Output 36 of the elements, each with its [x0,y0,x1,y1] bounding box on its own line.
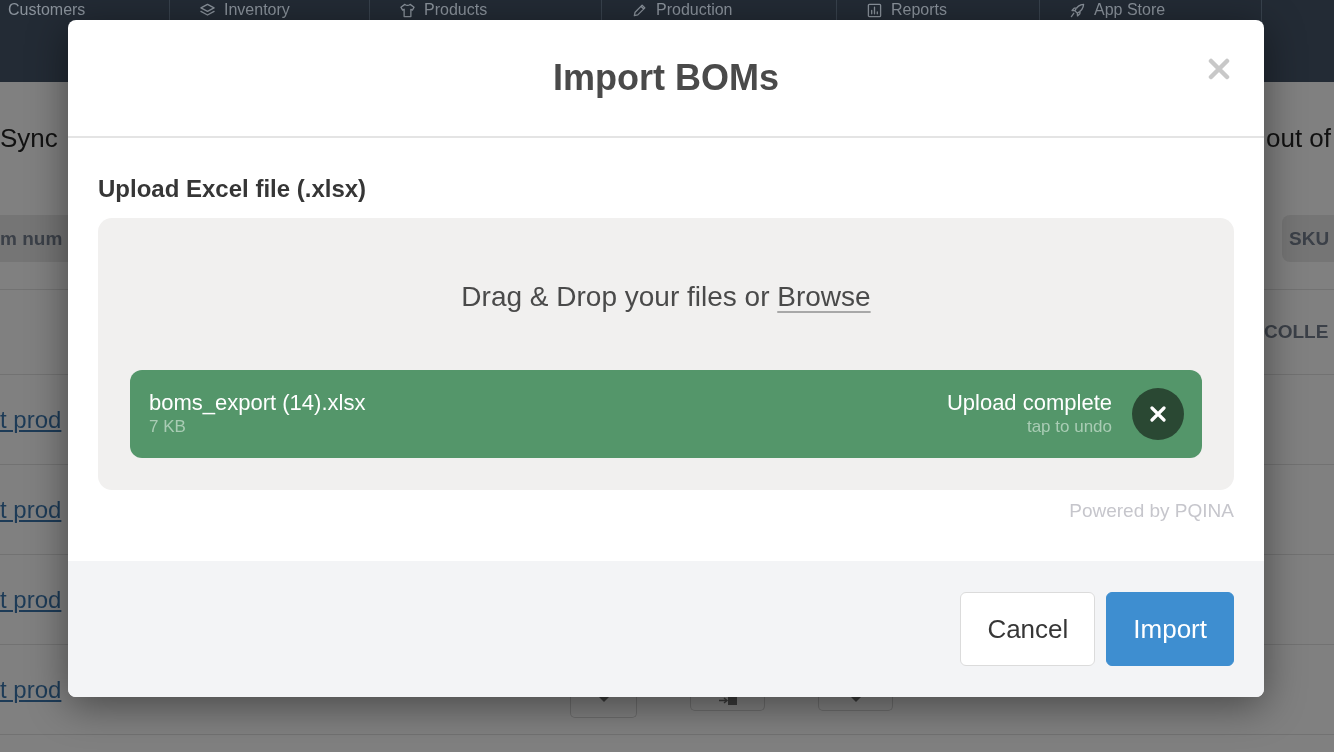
nav-link[interactable]: Reports [867,0,948,19]
remove-file-button[interactable] [1132,388,1184,440]
file-name: boms_export (14).xlsx [149,390,366,416]
import-button[interactable]: Import [1106,592,1234,666]
file-size: 7 KB [149,416,186,438]
product-link[interactable]: t prod [0,405,62,433]
close-icon[interactable] [1208,58,1230,80]
column-header: SKU [1282,215,1334,262]
close-icon [1150,406,1166,422]
shirt-icon [400,2,415,18]
page-title: Sync [0,122,59,154]
powered-by-text: Powered by PQINA [1069,500,1234,522]
page-title: out of [1265,122,1333,154]
pencil-icon [632,2,647,18]
browse-link[interactable]: Browse [777,281,871,312]
file-dropzone[interactable]: Drag & Drop your files or Browse boms_export (14).xlsx 7 KB Upload complete tap to undo [98,218,1234,490]
column-header: m num [0,215,68,262]
nav-link[interactable]: Inventory [200,0,290,19]
rocket-icon [1070,2,1085,18]
undo-hint: tap to undo [1026,416,1112,438]
product-link[interactable]: t prod [0,675,62,703]
nav-link[interactable]: Customers [8,0,86,19]
product-link[interactable]: t prod [0,495,62,523]
upload-status: Upload complete [946,390,1112,416]
layers-icon [200,2,215,18]
nav-link[interactable]: Products [400,0,488,19]
product-link[interactable]: t prod [0,585,62,613]
nav-link[interactable]: Production [632,0,733,19]
dropzone-prompt: Drag & Drop your files or Browse [461,280,871,314]
cancel-button[interactable]: Cancel [960,592,1096,666]
arrow-into-box-icon [718,697,737,705]
field-label: Upload Excel file (.xlsx) [98,175,368,203]
bar-chart-icon [867,2,882,18]
table-cell: COLLE [1264,321,1329,342]
nav-link[interactable]: App Store [1070,0,1166,19]
dialog-title: Import BOMs [553,57,779,99]
